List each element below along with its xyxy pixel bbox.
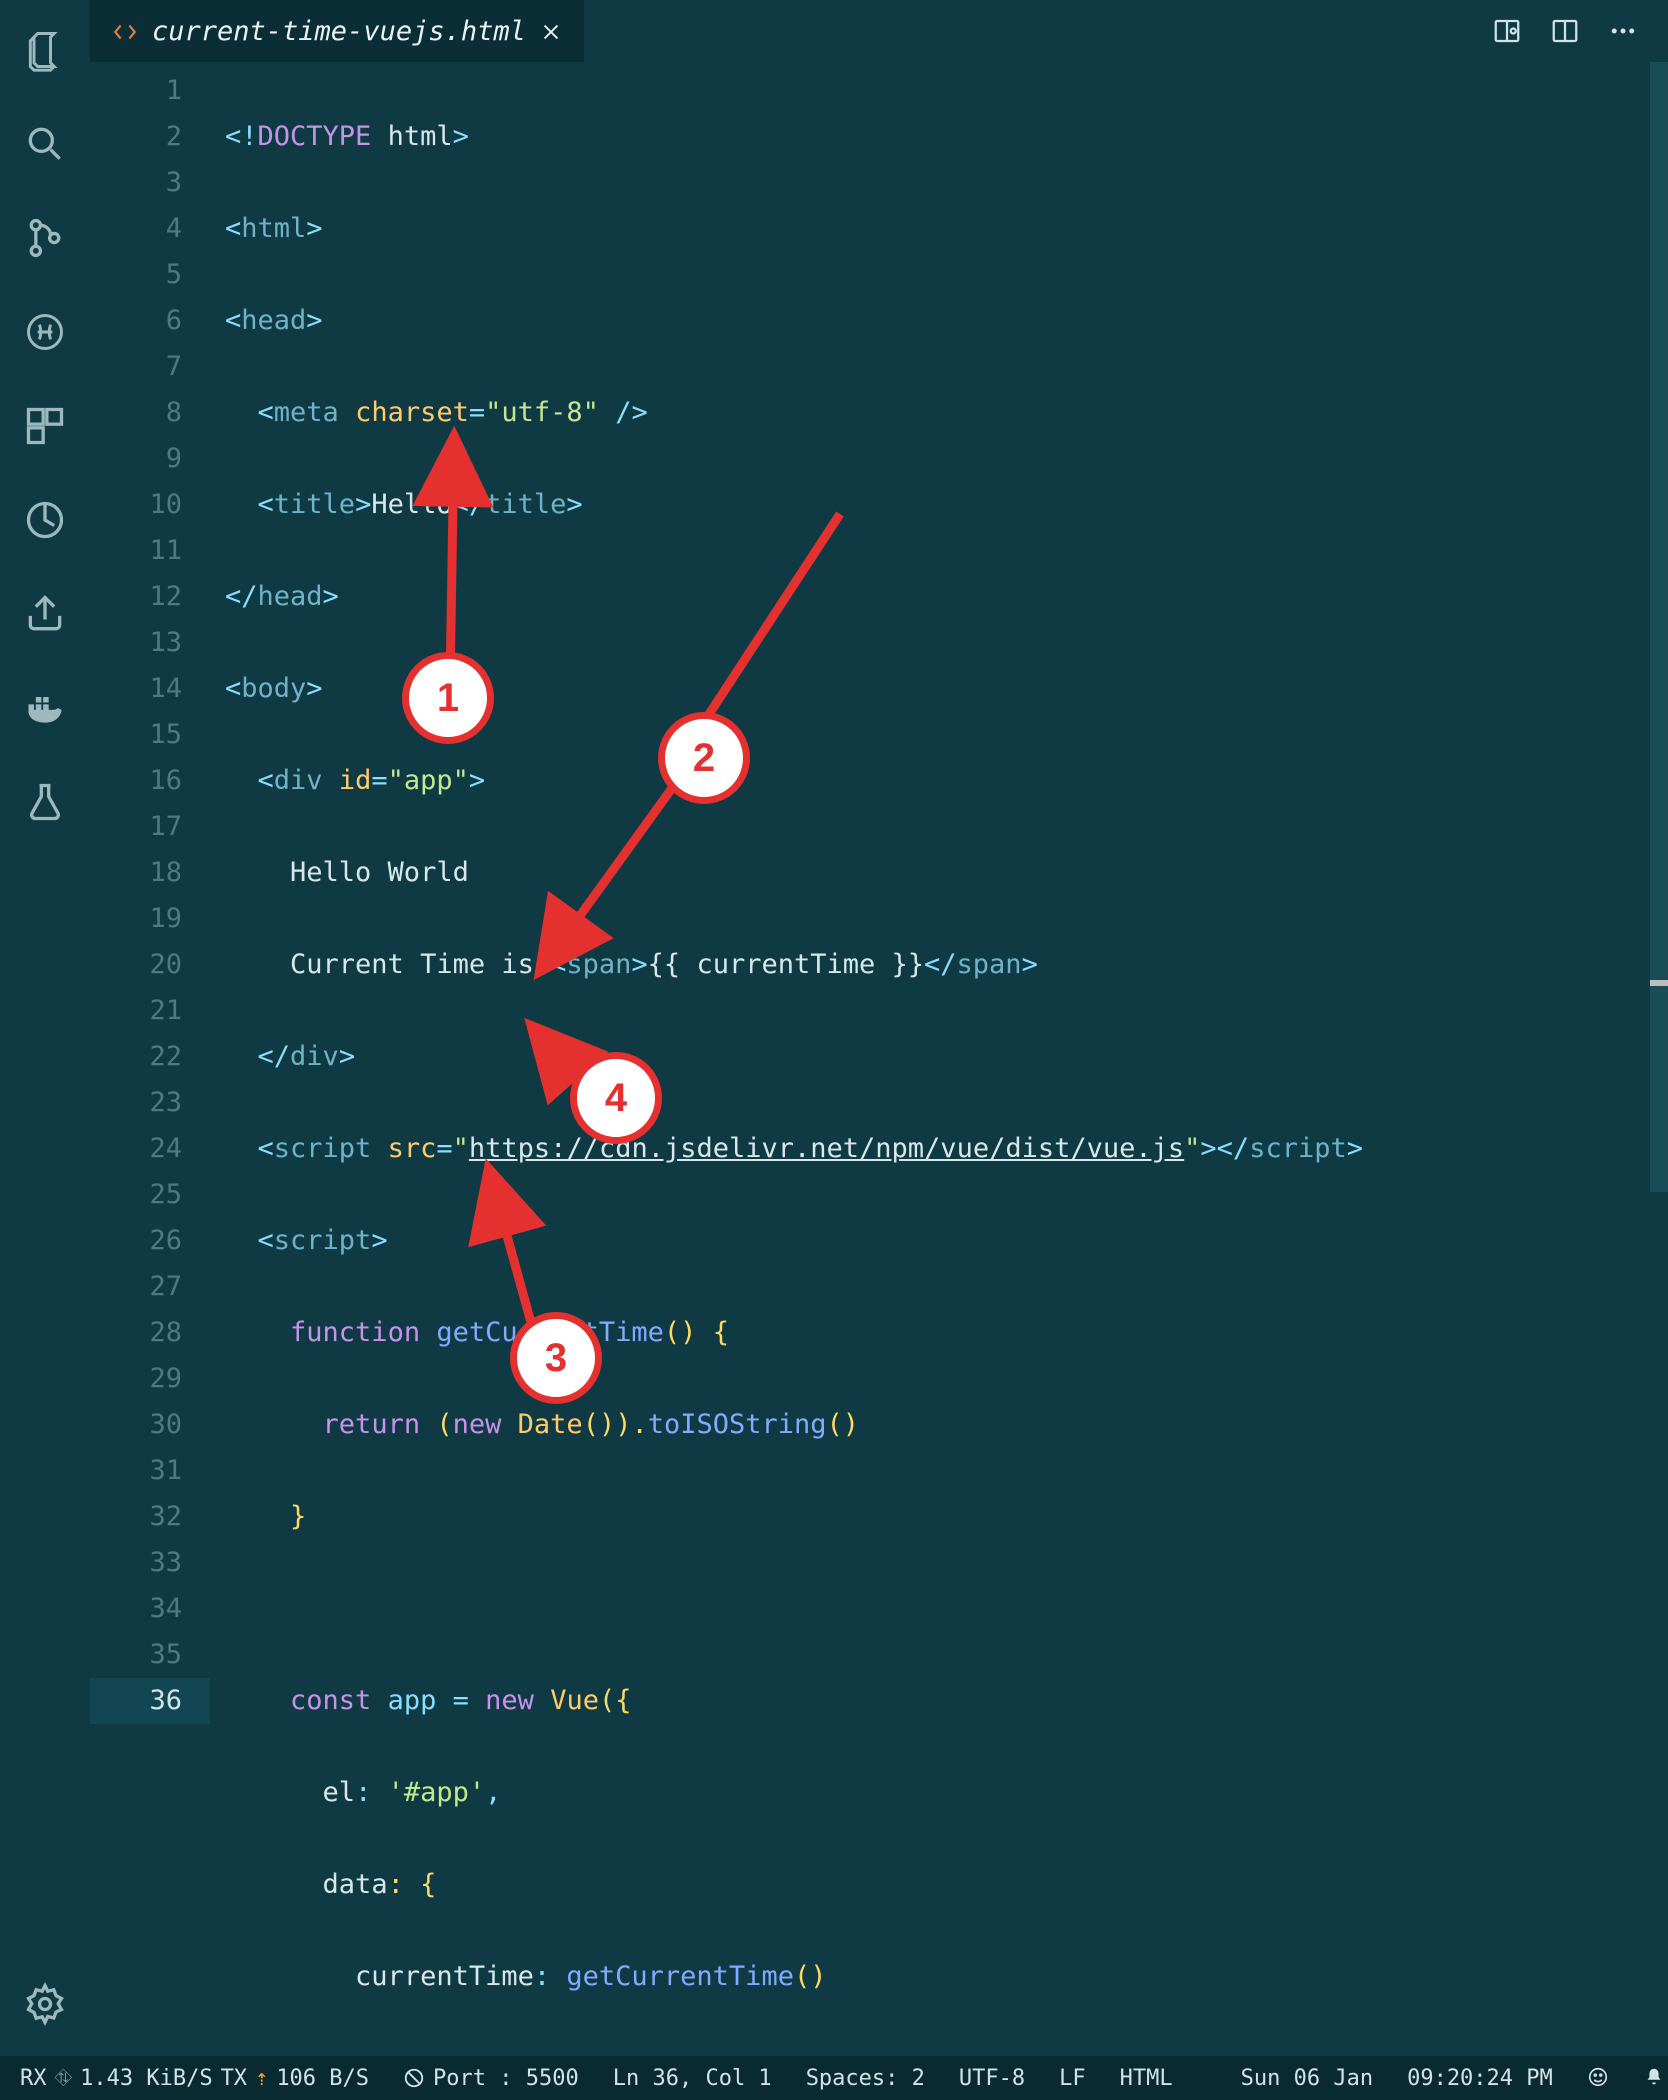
share-icon[interactable] xyxy=(23,592,67,636)
explorer-icon[interactable] xyxy=(23,498,67,542)
close-icon[interactable] xyxy=(540,21,562,43)
line-number: 15 xyxy=(90,712,210,758)
feedback-smiley-icon[interactable] xyxy=(1587,2066,1609,2091)
line-number: 7 xyxy=(90,344,210,390)
annotation-bubble-1: 1 xyxy=(402,652,494,744)
line-number: 28 xyxy=(90,1310,210,1356)
html-file-icon xyxy=(112,19,138,45)
scrollbar-marker xyxy=(1650,980,1668,986)
line-number: 30 xyxy=(90,1402,210,1448)
annotation-bubble-3: 3 xyxy=(510,1312,602,1404)
line-number: 6 xyxy=(90,298,210,344)
scrollbar-thumb[interactable] xyxy=(1650,62,1668,1192)
activity-bar xyxy=(0,0,90,2056)
line-number: 9 xyxy=(90,436,210,482)
line-number: 31 xyxy=(90,1448,210,1494)
line-number: 25 xyxy=(90,1172,210,1218)
line-number: 36 xyxy=(90,1678,210,1724)
status-cursor-position[interactable]: Ln 36, Col 1 xyxy=(613,2066,772,2091)
line-number-gutter: 1234567891011121314151617181920212223242… xyxy=(90,62,210,2056)
code-editor[interactable]: 1234567891011121314151617181920212223242… xyxy=(90,62,1668,2056)
line-number: 34 xyxy=(90,1586,210,1632)
beaker-icon[interactable] xyxy=(23,780,67,824)
line-number: 21 xyxy=(90,988,210,1034)
line-number: 18 xyxy=(90,850,210,896)
line-number: 26 xyxy=(90,1218,210,1264)
status-language[interactable]: HTML xyxy=(1120,2066,1173,2091)
annotation-bubble-4: 4 xyxy=(570,1052,662,1144)
line-number: 19 xyxy=(90,896,210,942)
editor-tab[interactable]: current-time-vuejs.html xyxy=(90,0,584,62)
line-number: 16 xyxy=(90,758,210,804)
line-number: 35 xyxy=(90,1632,210,1678)
line-number: 24 xyxy=(90,1126,210,1172)
files-icon[interactable] xyxy=(23,28,67,72)
line-number: 13 xyxy=(90,620,210,666)
extensions-icon[interactable] xyxy=(23,404,67,448)
line-number: 14 xyxy=(90,666,210,712)
line-number: 4 xyxy=(90,206,210,252)
line-number: 2 xyxy=(90,114,210,160)
line-number: 10 xyxy=(90,482,210,528)
status-encoding[interactable]: UTF-8 xyxy=(959,2066,1025,2091)
line-number: 22 xyxy=(90,1034,210,1080)
status-eol[interactable]: LF xyxy=(1059,2066,1086,2091)
status-indentation[interactable]: Spaces: 2 xyxy=(806,2066,925,2091)
line-number: 32 xyxy=(90,1494,210,1540)
line-number: 8 xyxy=(90,390,210,436)
line-number: 12 xyxy=(90,574,210,620)
notifications-bell-icon[interactable] xyxy=(1643,2066,1665,2091)
debug-disabled-icon[interactable] xyxy=(23,310,67,354)
status-time: 09:20:24 PM xyxy=(1407,2066,1553,2091)
docker-icon[interactable] xyxy=(23,686,67,730)
tab-bar: current-time-vuejs.html xyxy=(90,0,1668,62)
status-bar: RX ⛗ 1.43 KiB/S TX ⇡ 106 B/S Port : 5500… xyxy=(0,2056,1668,2100)
line-number: 23 xyxy=(90,1080,210,1126)
line-number: 20 xyxy=(90,942,210,988)
status-network-rx[interactable]: RX ⛗ 1.43 KiB/S TX ⇡ 106 B/S xyxy=(20,2066,369,2091)
status-date: Sun 06 Jan xyxy=(1241,2066,1373,2091)
code-content[interactable]: <!DOCTYPE html> <html> <head> <meta char… xyxy=(225,68,1648,2056)
line-number: 27 xyxy=(90,1264,210,1310)
split-preview-icon[interactable] xyxy=(1492,16,1522,46)
split-editor-icon[interactable] xyxy=(1550,16,1580,46)
more-icon[interactable] xyxy=(1608,16,1638,46)
line-number: 3 xyxy=(90,160,210,206)
line-number: 11 xyxy=(90,528,210,574)
search-icon[interactable] xyxy=(23,122,67,166)
annotation-bubble-2: 2 xyxy=(658,712,750,804)
line-number: 29 xyxy=(90,1356,210,1402)
line-number: 1 xyxy=(90,68,210,114)
line-number: 33 xyxy=(90,1540,210,1586)
status-port[interactable]: Port : 5500 xyxy=(403,2066,579,2091)
tab-filename: current-time-vuejs.html xyxy=(152,16,526,47)
line-number: 17 xyxy=(90,804,210,850)
line-number: 5 xyxy=(90,252,210,298)
source-control-icon[interactable] xyxy=(23,216,67,260)
settings-gear-icon[interactable] xyxy=(23,1982,67,2056)
